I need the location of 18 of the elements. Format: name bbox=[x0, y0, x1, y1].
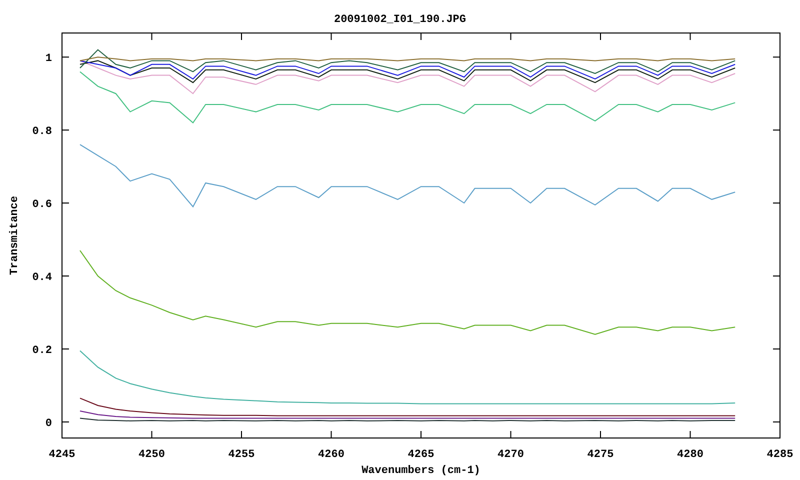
x-axis-label: Wavenumbers (cm-1) bbox=[362, 465, 480, 477]
x-tick-label: 4250 bbox=[138, 449, 165, 461]
x-tick-label: 4275 bbox=[587, 449, 614, 461]
y-tick-label: 0.8 bbox=[32, 126, 52, 138]
y-axis-label: Transmitance bbox=[9, 196, 21, 276]
x-tick-label: 4280 bbox=[677, 449, 704, 461]
x-tick-label: 4260 bbox=[318, 449, 344, 461]
x-tick-label: 4285 bbox=[766, 449, 794, 461]
x-tick-label: 4270 bbox=[498, 449, 524, 461]
chart-title: 20091002_I01_190.JPG bbox=[334, 14, 466, 26]
y-tick-label: 1 bbox=[45, 53, 52, 66]
y-tick-label: 0 bbox=[45, 418, 52, 430]
y-tick-label: 0.2 bbox=[32, 344, 52, 357]
y-tick-label: 0.6 bbox=[32, 199, 52, 212]
x-tick-label: 4265 bbox=[408, 449, 434, 461]
x-tick-label: 4255 bbox=[228, 449, 255, 461]
y-tick-label: 0.4 bbox=[32, 272, 52, 284]
x-tick-label: 4245 bbox=[48, 449, 76, 461]
